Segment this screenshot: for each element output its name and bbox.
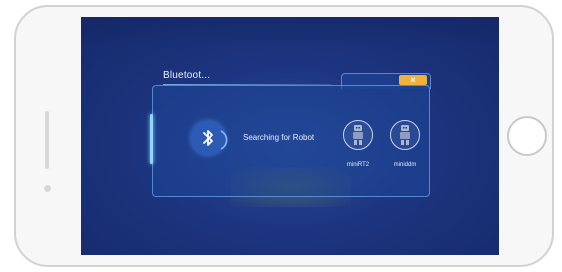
phone-sensor: [44, 185, 51, 192]
robot-name: miniRT2: [346, 162, 370, 168]
background-header: [81, 17, 499, 47]
phone-side-button: [45, 111, 49, 169]
panel-accent: [150, 114, 153, 164]
robot-icon: [400, 125, 410, 145]
close-button[interactable]: ×: [399, 75, 427, 85]
robot-minirt2[interactable]: [343, 120, 373, 150]
robot-miniddm[interactable]: [390, 120, 420, 150]
robot-name: miniddm: [393, 162, 417, 168]
robot-icon: [353, 125, 363, 145]
dialog-title: Bluetoot...: [163, 70, 211, 81]
app-screen: Bluetoot... × Searching for Robot miniRT…: [81, 17, 499, 255]
searching-status: Searching for Robot: [243, 133, 315, 142]
home-button[interactable]: [507, 116, 547, 156]
searching-arc-icon: [220, 130, 228, 150]
